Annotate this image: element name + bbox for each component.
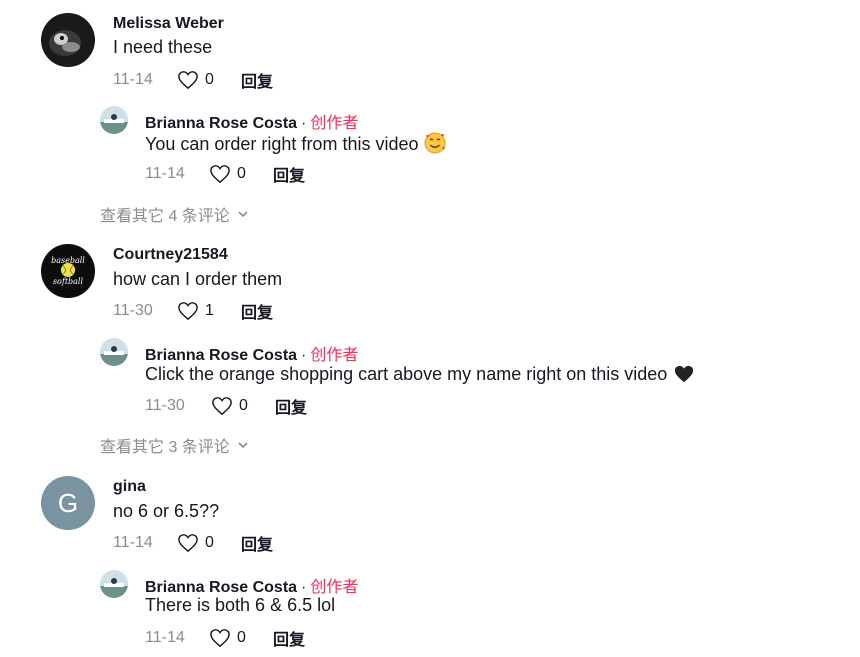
avatar[interactable]: [41, 13, 95, 67]
like-button[interactable]: 0: [209, 164, 273, 184]
reply-button[interactable]: 回复: [241, 68, 273, 92]
view-more-label: 查看其它 4 条评论: [100, 208, 230, 225]
heart-icon: [212, 397, 232, 416]
reply-date: 11-30: [145, 397, 185, 414]
heart-icon: [210, 629, 230, 648]
reply-author-line: Brianna Rose Costa · 创作者: [145, 109, 358, 133]
reply-button[interactable]: 回复: [273, 162, 305, 186]
reply-meta: 11-30 0 回复: [145, 394, 307, 418]
comment-text: no 6 or 6.5??: [113, 501, 220, 521]
comment-date: 11-14: [113, 534, 153, 551]
black-heart-icon: [673, 364, 695, 389]
reply-button[interactable]: 回复: [241, 531, 273, 555]
reply-author[interactable]: Brianna Rose Costa: [145, 115, 297, 132]
reply-author[interactable]: Brianna Rose Costa: [145, 347, 297, 364]
reply-button[interactable]: 回复: [241, 299, 273, 323]
avatar[interactable]: G: [41, 476, 95, 530]
heart-icon: [178, 302, 198, 321]
comment-meta: 11-14 0 回复: [113, 68, 273, 92]
separator: ·: [301, 579, 307, 596]
like-count: 0: [237, 629, 246, 646]
comment-meta: 11-14 0 回复: [113, 531, 273, 555]
avatar-text-bottom: softball: [53, 277, 84, 286]
avatar-text-top: baseball: [51, 256, 85, 265]
chevron-down-icon: [238, 211, 248, 218]
heart-icon: [210, 165, 230, 184]
reply-date: 11-14: [145, 165, 185, 182]
reply-button[interactable]: 回复: [275, 394, 307, 418]
smiling-face-with-hearts-icon: [424, 132, 446, 159]
reply-date: 11-14: [145, 629, 185, 646]
creator-badge: 创作者: [310, 115, 359, 132]
separator: ·: [301, 347, 307, 364]
like-count: 1: [205, 302, 214, 319]
avatar[interactable]: baseball softball: [41, 244, 95, 298]
like-button[interactable]: 0: [211, 396, 275, 416]
reply-author-line: Brianna Rose Costa · 创作者: [145, 341, 358, 365]
creator-badge: 创作者: [310, 347, 359, 364]
reply-text-line: You can order right from this video: [145, 132, 446, 159]
like-count: 0: [205, 71, 214, 88]
avatar-letter: G: [41, 476, 95, 530]
chevron-down-icon: [238, 442, 248, 449]
view-more-replies-button[interactable]: 查看其它 3 条评论: [100, 433, 250, 457]
comment-meta: 11-30 1 回复: [113, 299, 273, 323]
view-more-label: 查看其它 3 条评论: [100, 439, 230, 456]
reply-text: You can order right from this video: [145, 134, 419, 154]
heart-icon: [178, 71, 198, 90]
like-count: 0: [205, 534, 214, 551]
heart-icon: [178, 534, 198, 553]
like-button[interactable]: 0: [177, 70, 241, 90]
like-count: 0: [237, 165, 246, 182]
comment-date: 11-14: [113, 71, 153, 88]
avatar[interactable]: [100, 338, 128, 366]
avatar[interactable]: [100, 106, 128, 134]
like-count: 0: [239, 397, 248, 414]
reply-author[interactable]: Brianna Rose Costa: [145, 579, 297, 596]
like-button[interactable]: 1: [177, 301, 241, 321]
reply-text-line: Click the orange shopping cart above my …: [145, 364, 695, 389]
reply-author-line: Brianna Rose Costa · 创作者: [145, 573, 358, 597]
comment-date: 11-30: [113, 302, 153, 319]
view-more-replies-button[interactable]: 查看其它 4 条评论: [100, 202, 250, 226]
separator: ·: [301, 115, 307, 132]
reply-text: There is both 6 & 6.5 lol: [145, 595, 336, 615]
reply-button[interactable]: 回复: [273, 626, 305, 650]
reply-meta: 11-14 0 回复: [145, 626, 305, 650]
reply-text: Click the orange shopping cart above my …: [145, 364, 668, 384]
comment-text: I need these: [113, 37, 213, 57]
comment-author[interactable]: gina: [113, 478, 146, 496]
like-button[interactable]: 0: [209, 628, 273, 648]
comment-author[interactable]: Courtney21584: [113, 246, 228, 264]
creator-badge: 创作者: [310, 579, 359, 596]
reply-meta: 11-14 0 回复: [145, 162, 305, 186]
comment-text: how can I order them: [113, 269, 283, 289]
like-button[interactable]: 0: [177, 533, 241, 553]
comment-author[interactable]: Melissa Weber: [113, 15, 224, 33]
avatar[interactable]: [100, 570, 128, 598]
